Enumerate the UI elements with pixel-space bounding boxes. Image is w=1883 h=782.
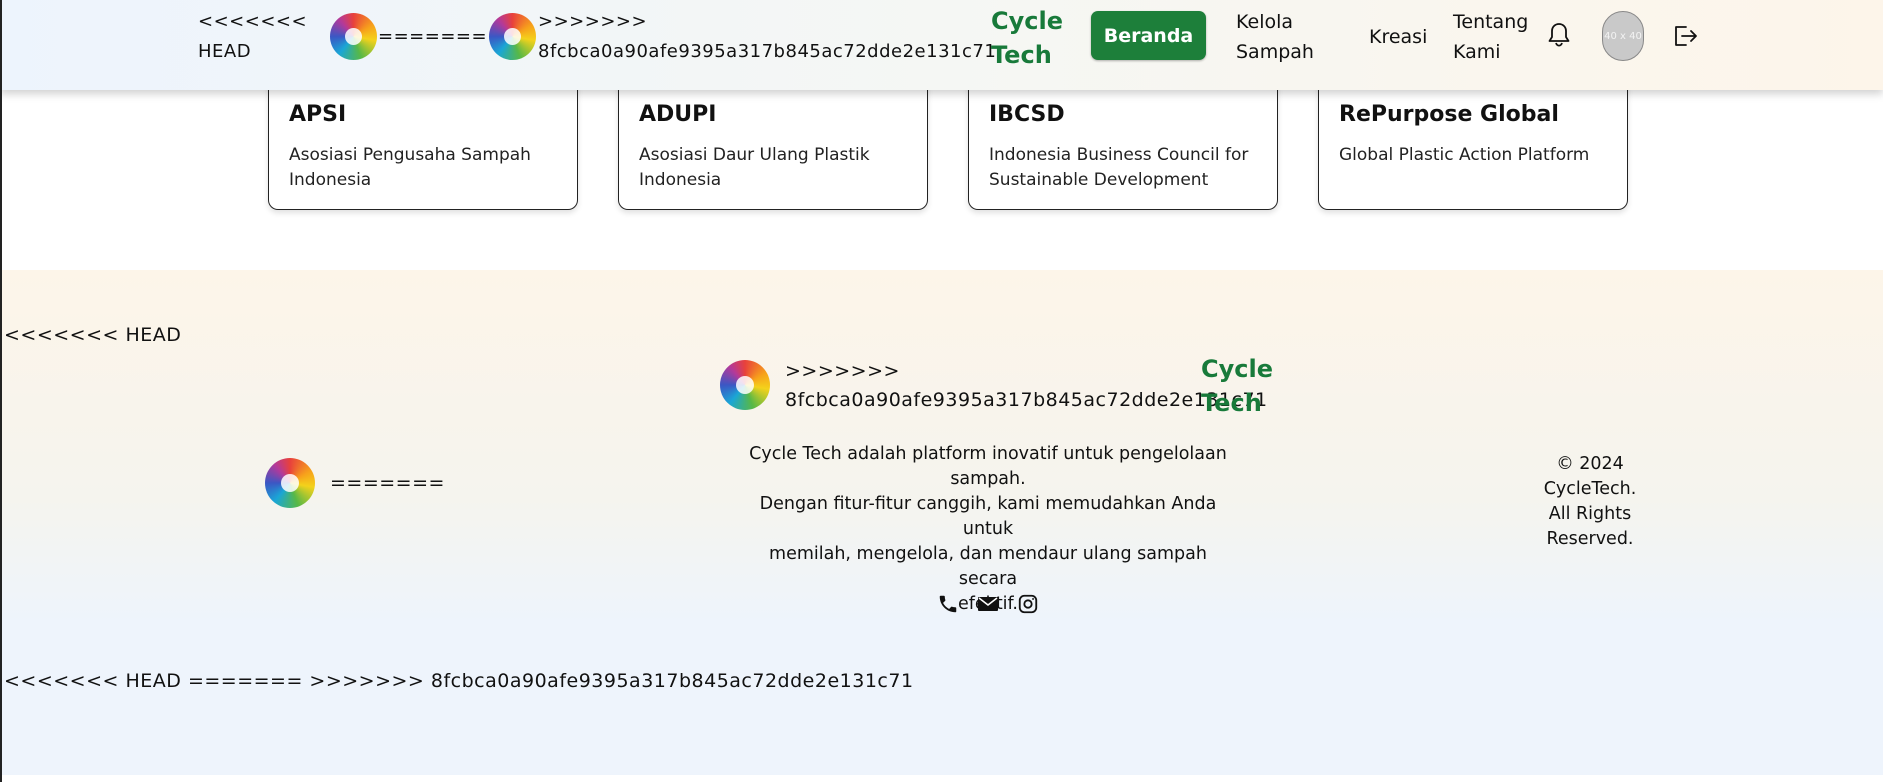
brand-name-line2[interactable]: Tech	[991, 38, 1052, 72]
footer-merge-conflict-end: >>>>>>>	[785, 360, 900, 382]
bell-icon[interactable]	[1547, 22, 1571, 48]
nav-tentang-kami-line2[interactable]: Kami	[1453, 37, 1501, 67]
copyright-line: Reserved.	[1546, 529, 1634, 549]
partner-name: ADUPI	[639, 102, 717, 127]
partner-description-line: Indonesia	[639, 170, 722, 190]
copyright-line: © 2024	[1556, 454, 1624, 474]
footer-logo-icon	[265, 458, 315, 508]
footer-bottom-merge-conflict: <<<<<<< HEAD ======= >>>>>>> 8fcbca0a90a…	[4, 670, 914, 692]
partner-card-apsi: APSI Asosiasi Pengusaha Sampah Indonesia	[268, 80, 578, 210]
brand-name-line1[interactable]: Cycle	[991, 4, 1063, 38]
merge-conflict-hash: 8fcbca0a90afe9395a317b845ac72dde2e131c71	[538, 41, 997, 62]
partner-card-repurpose-global: RePurpose Global Global Plastic Action P…	[1318, 80, 1628, 210]
nav-tentang-kami-line1[interactable]: Tentang	[1453, 7, 1528, 37]
nav-beranda-button[interactable]: Beranda	[1091, 11, 1206, 60]
partner-card-ibcsd: IBCSD Indonesia Business Council for Sus…	[968, 80, 1278, 210]
footer-description-line: sampah.	[950, 469, 1026, 489]
copyright-line: CycleTech.	[1543, 479, 1637, 499]
footer-logo-icon	[720, 360, 770, 410]
partner-description: Asosiasi Pengusaha Sampah Indonesia	[289, 143, 557, 193]
partner-name: IBCSD	[989, 102, 1065, 127]
top-navbar: <<<<<<< HEAD ======= >>>>>>> 8fcbca0a90a…	[0, 0, 1883, 90]
merge-conflict-head-label: HEAD	[198, 41, 252, 62]
partner-description-line: Asosiasi Daur Ulang Plastik	[639, 145, 870, 165]
footer: <<<<<<< HEAD >>>>>>> 8fcbca0a90afe9395a3…	[0, 270, 1883, 775]
phone-icon[interactable]	[934, 590, 962, 618]
partner-description: Asosiasi Daur Ulang Plastik Indonesia	[639, 143, 907, 193]
partner-description: Indonesia Business Council for Sustainab…	[989, 143, 1257, 193]
partner-description-line: Indonesia Business Council for	[989, 145, 1249, 165]
merge-conflict-separator: =======	[378, 26, 488, 47]
footer-merge-conflict-hash: 8fcbca0a90afe9395a317b845ac72dde2e131c71	[785, 389, 1268, 411]
footer-merge-conflict-head: <<<<<<< HEAD	[4, 324, 182, 346]
partner-description-line: Global Plastic Action Platform	[1339, 145, 1590, 165]
avatar[interactable]: 40 x 40	[1602, 11, 1644, 61]
partner-description-line: Indonesia	[289, 170, 372, 190]
left-edge-border	[0, 0, 2, 782]
copyright-text: © 2024 CycleTech. All Rights Reserved.	[1530, 452, 1650, 552]
merge-conflict-end-marker: >>>>>>>	[538, 11, 648, 32]
footer-merge-conflict-separator: =======	[330, 472, 445, 494]
partner-name: APSI	[289, 102, 347, 127]
partner-card-adupi: ADUPI Asosiasi Daur Ulang Plastik Indone…	[618, 80, 928, 210]
partner-name: RePurpose Global	[1339, 102, 1559, 127]
logo-icon	[330, 13, 377, 60]
partner-description: Global Plastic Action Platform	[1339, 143, 1607, 168]
footer-brand-line2: Tech	[1201, 389, 1262, 417]
nav-kelola-sampah-line1[interactable]: Kelola	[1236, 7, 1293, 37]
footer-description-line: Dengan fitur-fitur canggih, kami memudah…	[759, 494, 1217, 539]
instagram-icon[interactable]	[1014, 590, 1042, 618]
mail-icon[interactable]	[974, 590, 1002, 618]
footer-brand-line1: Cycle	[1201, 355, 1273, 383]
merge-conflict-head-marker: <<<<<<<	[198, 11, 308, 32]
logout-icon[interactable]	[1672, 24, 1698, 48]
partner-description-line: Sustainable Development	[989, 170, 1209, 190]
copyright-line: All Rights	[1548, 504, 1632, 524]
partner-description-line: Asosiasi Pengusaha Sampah	[289, 145, 531, 165]
logo-icon	[489, 13, 536, 60]
nav-kelola-sampah-line2[interactable]: Sampah	[1236, 37, 1314, 67]
nav-kreasi[interactable]: Kreasi	[1369, 22, 1427, 52]
footer-description-line: Cycle Tech adalah platform inovatif untu…	[749, 444, 1227, 464]
footer-description-line: memilah, mengelola, dan mendaur ulang sa…	[769, 544, 1207, 589]
